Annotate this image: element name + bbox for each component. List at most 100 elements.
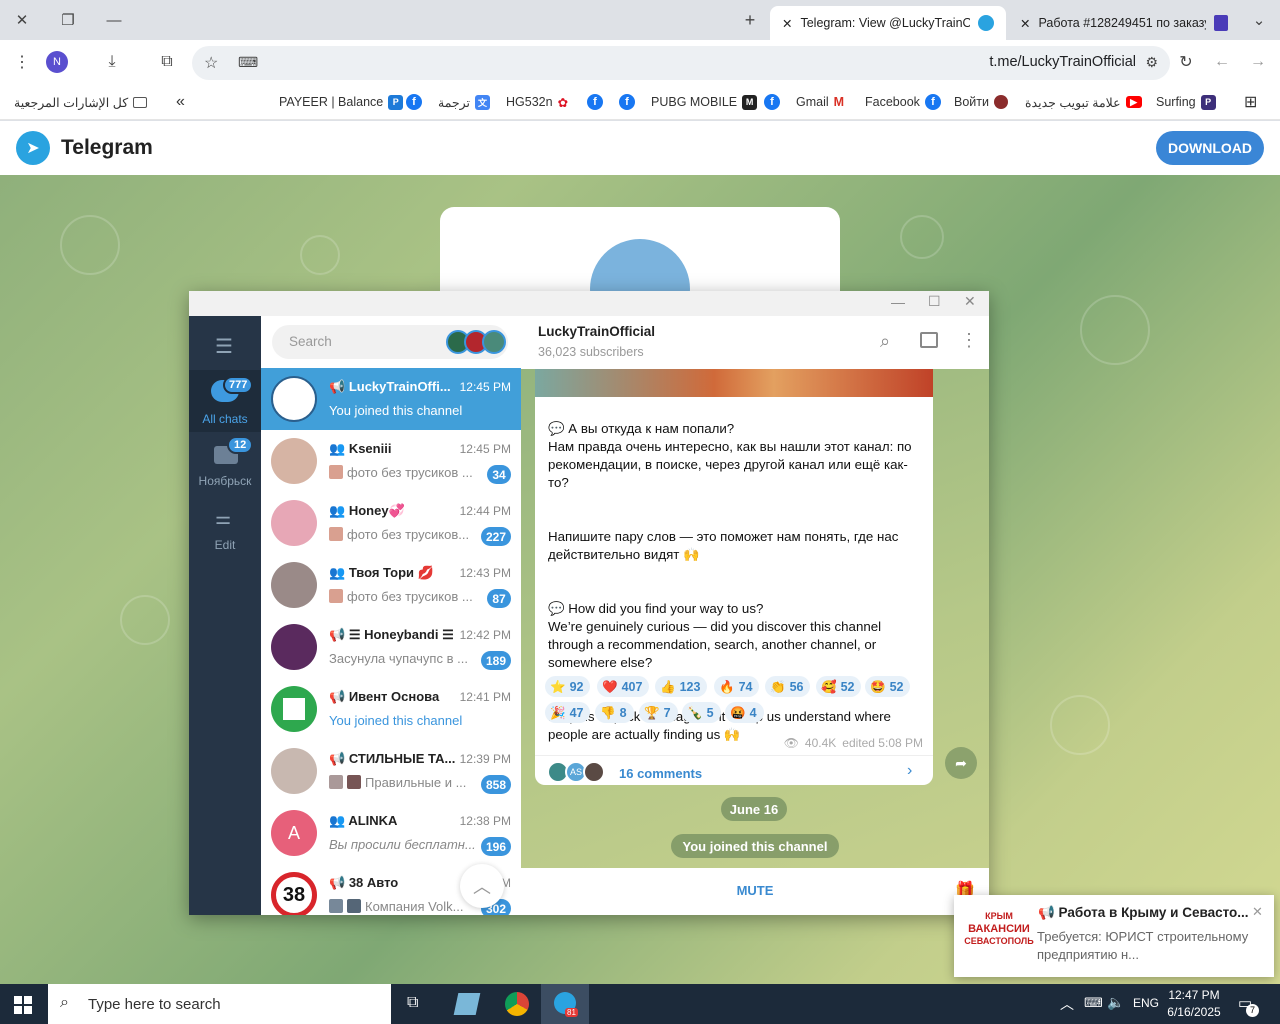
- bookmarks-overflow-icon[interactable]: «: [176, 92, 185, 112]
- commenter-avatar: [583, 761, 605, 783]
- reaction-fire[interactable]: 🔥 74: [714, 676, 760, 697]
- notification-toast[interactable]: КРЫМ ВАКАНСИИ СЕВАСТОПОЛЬ 📢 Работа в Кры…: [954, 895, 1274, 977]
- bookmark-translate[interactable]: ترجمة 文: [438, 92, 491, 112]
- extensions-icon[interactable]: ⧉: [155, 50, 179, 74]
- post-image[interactable]: [535, 369, 933, 397]
- url-text[interactable]: t.me/LuckyTrainOfficial: [989, 54, 1136, 70]
- all-bookmarks[interactable]: كل الإشارات المرجعية: [14, 92, 148, 112]
- chat-row-honeybandi[interactable]: 📢 ☰ Honeybandi ☰ 12:42 PM Засунула чупач…: [261, 616, 521, 678]
- menu-kebab-icon[interactable]: ⋮: [10, 50, 34, 74]
- payeer-icon: P: [388, 94, 404, 110]
- close-icon[interactable]: ✕: [964, 293, 976, 310]
- reaction-count: 52: [840, 679, 855, 694]
- reload-icon[interactable]: ↻: [1174, 50, 1198, 74]
- chat-row-tori[interactable]: 👥 Твоя Тори 💋 12:43 PM фото без трусиков…: [261, 554, 521, 616]
- bookmark-payeer[interactable]: PAYEER | Balance P: [279, 92, 404, 112]
- reaction-love-face[interactable]: 🥰 52: [816, 676, 862, 697]
- chat-row-alinka[interactable]: A 👥 ALINKA 12:38 PM Вы просили бесплатн.…: [261, 802, 521, 864]
- input-language[interactable]: ENG: [1133, 996, 1159, 1010]
- bookmark-facebook-4[interactable]: f: [764, 92, 780, 112]
- tab-search-chevron-icon[interactable]: ⌄: [1245, 8, 1273, 32]
- chat-row-honey[interactable]: 👥 Honey💞 12:44 PM фото без трусиков... 2…: [261, 492, 521, 554]
- new-tab-icon[interactable]: +: [736, 8, 764, 32]
- clock[interactable]: 12:47 PM 6/16/2025: [1162, 987, 1226, 1021]
- minimize-window-icon[interactable]: —: [100, 8, 128, 32]
- taskbar-search-input[interactable]: ⌕ Type here to search: [48, 984, 391, 1024]
- folder-noyabrsk[interactable]: 12 Ноябрьск: [189, 434, 261, 496]
- network-icon[interactable]: ⌨: [1084, 995, 1103, 1011]
- volume-icon[interactable]: 🔈: [1107, 994, 1124, 1011]
- notification-logo: КРЫМ ВАКАНСИИ СЕВАСТОПОЛЬ: [963, 911, 1035, 961]
- chat-row-stylnye[interactable]: 📢 СТИЛЬНЫЕ ТА... 12:39 PM Правильные и .…: [261, 740, 521, 802]
- comments-button[interactable]: AS 16 comments ›: [535, 756, 933, 785]
- search-input[interactable]: Search: [272, 325, 508, 359]
- download-button[interactable]: DOWNLOAD: [1156, 131, 1264, 165]
- reaction-angry[interactable]: 🤬 4: [725, 702, 764, 723]
- telegram-taskbar-button[interactable]: 81: [541, 984, 589, 1024]
- minimize-icon[interactable]: —: [891, 294, 905, 310]
- profile-avatar[interactable]: N: [46, 51, 68, 73]
- folder-edit[interactable]: ⚌ Edit: [189, 498, 261, 560]
- unread-badge: 87: [487, 589, 511, 608]
- notepad-app-icon[interactable]: [453, 993, 481, 1015]
- chat-row-kseniii[interactable]: 👥 Kseniii 12:45 PM фото без трусиков ...…: [261, 430, 521, 492]
- reaction-heart[interactable]: ❤️ 407: [597, 676, 650, 697]
- youtube-icon: ▶: [1125, 96, 1142, 108]
- bookmark-facebook-1[interactable]: f: [406, 92, 422, 112]
- tab-telegram[interactable]: ✕ Telegram: View @LuckyTrainOffi: [770, 6, 1006, 40]
- reaction-clap[interactable]: 👏 56: [765, 676, 811, 697]
- reaction-trophy[interactable]: 🏆 7: [639, 702, 678, 723]
- channel-title[interactable]: LuckyTrainOfficial: [538, 324, 655, 339]
- bookmark-pubg[interactable]: PUBG MOBILE M: [651, 92, 758, 112]
- reaction-star[interactable]: ⭐ 92: [545, 676, 591, 697]
- bookmark-facebook-2[interactable]: f: [587, 92, 603, 112]
- chat-row-luckytrain[interactable]: 📢 LuckyTrainOffi... 12:45 PM You joined …: [261, 368, 521, 430]
- reaction-thumbs-up[interactable]: 👍 123: [655, 676, 708, 697]
- initial-avatar: A: [271, 810, 317, 856]
- address-bar[interactable]: ☆ ⌨ t.me/LuckyTrainOfficial ⚙: [192, 46, 1170, 80]
- bookmark-facebook-3[interactable]: f: [619, 92, 635, 112]
- download-icon[interactable]: ⤓: [100, 50, 124, 74]
- media-thumb: [329, 775, 343, 789]
- bookmark-gmail[interactable]: Gmail M: [796, 92, 844, 112]
- bookmark-new-tab[interactable]: علامة تبويب جديدة ▶: [1025, 92, 1142, 112]
- reaction-party[interactable]: 🎉 47: [545, 702, 591, 723]
- story-avatar[interactable]: [482, 330, 506, 354]
- close-tab-icon[interactable]: ✕: [1020, 16, 1030, 31]
- forward-icon[interactable]: →: [1246, 50, 1270, 74]
- tab-work-order[interactable]: ✕ Работа #128249451 по заказу: [1008, 6, 1240, 40]
- site-info-icon[interactable]: ⚙: [1145, 54, 1158, 71]
- hamburger-menu-icon[interactable]: ☰: [215, 334, 233, 359]
- tray-chevron-icon[interactable]: ︿: [1060, 994, 1074, 1014]
- bookmark-facebook-5[interactable]: Facebook f: [865, 92, 941, 112]
- bookmark-hg532n[interactable]: HG532n ✿: [506, 92, 568, 112]
- reaction-star-eyes[interactable]: 🤩 52: [865, 676, 911, 697]
- more-options-icon[interactable]: ⋮: [960, 330, 978, 351]
- bookmark-surfing[interactable]: Surfing P: [1156, 92, 1216, 112]
- maximize-icon[interactable]: ☐: [928, 293, 941, 310]
- chat-name-text: Твоя Тори 💋: [348, 565, 434, 580]
- chrome-app-icon[interactable]: [505, 992, 529, 1016]
- chat-row-ivent[interactable]: 📢 Ивент Основа 12:41 PM You joined this …: [261, 678, 521, 740]
- reaction-thumbs-down[interactable]: 👎 8: [595, 702, 634, 723]
- reaction-champagne[interactable]: 🍾 5: [682, 702, 721, 723]
- restore-window-icon[interactable]: ❐: [54, 8, 82, 32]
- windows-start-icon[interactable]: [14, 996, 32, 1014]
- close-tab-icon[interactable]: ✕: [782, 16, 792, 31]
- task-view-icon[interactable]: ⧉: [407, 994, 418, 1012]
- sidebar-toggle-icon[interactable]: [920, 332, 938, 348]
- search-icon[interactable]: ⌕: [880, 331, 890, 352]
- translate-icon[interactable]: ⌨: [238, 54, 258, 71]
- bookmark-label: علامة تبويب جديدة: [1025, 95, 1121, 110]
- reaction-emoji: 🎉: [550, 705, 566, 720]
- scroll-up-icon[interactable]: ︿: [460, 864, 504, 908]
- folder-all-chats[interactable]: 777 All chats: [189, 370, 261, 432]
- share-icon[interactable]: ➦: [945, 747, 977, 779]
- close-notification-icon[interactable]: ✕: [1252, 904, 1263, 920]
- close-window-icon[interactable]: ✕: [8, 8, 36, 32]
- star-bookmark-icon[interactable]: ☆: [204, 53, 218, 73]
- back-icon[interactable]: ←: [1210, 50, 1234, 74]
- mute-button[interactable]: MUTE: [521, 883, 989, 898]
- apps-grid-icon[interactable]: ⊞: [1244, 92, 1257, 112]
- bookmark-voiti[interactable]: Войти: [954, 92, 1008, 112]
